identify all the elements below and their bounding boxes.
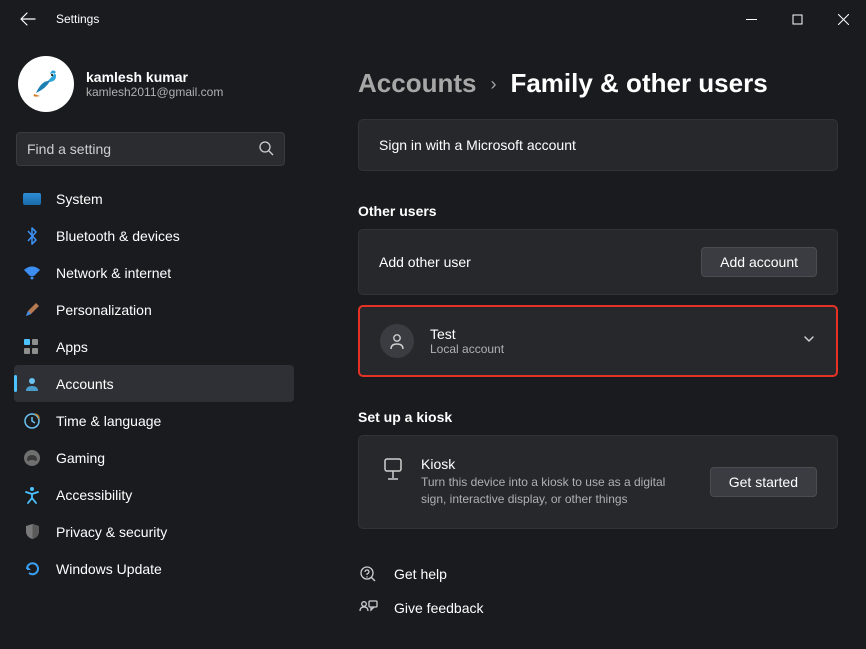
maximize-button[interactable] [774, 0, 820, 38]
sidebar: kamlesh kumar kamlesh2011@gmail.com Syst… [0, 38, 300, 649]
nav-network[interactable]: Network & internet [14, 254, 294, 291]
other-user-type: Local account [430, 342, 504, 356]
brush-icon [22, 300, 42, 320]
nav-label: Time & language [56, 413, 161, 429]
nav-label: Accessibility [56, 487, 132, 503]
help-icon [358, 565, 378, 583]
nav-personalization[interactable]: Personalization [14, 291, 294, 328]
help-links: Get help Give feedback [358, 557, 838, 625]
give-feedback-label: Give feedback [394, 600, 484, 616]
other-user-name: Test [430, 326, 504, 342]
kiosk-section-title: Set up a kiosk [358, 409, 838, 425]
add-other-user-card: Add other user Add account [358, 229, 838, 295]
nav-apps[interactable]: Apps [14, 328, 294, 365]
signin-card[interactable]: Sign in with a Microsoft account [358, 119, 838, 171]
accessibility-icon [22, 485, 42, 505]
nav-accessibility[interactable]: Accessibility [14, 476, 294, 513]
other-user-row[interactable]: Test Local account [358, 305, 838, 377]
nav-label: Personalization [56, 302, 152, 318]
nav-windows-update[interactable]: Windows Update [14, 550, 294, 587]
minimize-button[interactable] [728, 0, 774, 38]
bluetooth-icon [22, 226, 42, 246]
chevron-down-icon [802, 332, 816, 351]
kiosk-desc: Turn this device into a kiosk to use as … [421, 474, 671, 508]
search-input[interactable] [16, 132, 285, 166]
other-users-title: Other users [358, 203, 838, 219]
page-title: Family & other users [510, 68, 767, 99]
gaming-icon [22, 448, 42, 468]
nav-gaming[interactable]: Gaming [14, 439, 294, 476]
nav-label: Network & internet [56, 265, 171, 281]
nav-privacy[interactable]: Privacy & security [14, 513, 294, 550]
window-title: Settings [56, 12, 99, 26]
nav-time[interactable]: Time & language [14, 402, 294, 439]
user-profile[interactable]: kamlesh kumar kamlesh2011@gmail.com [14, 48, 294, 130]
nav-label: System [56, 191, 103, 207]
signin-text: Sign in with a Microsoft account [379, 137, 576, 153]
breadcrumb: Accounts › Family & other users [358, 68, 838, 99]
shield-icon [22, 522, 42, 542]
close-button[interactable] [820, 0, 866, 38]
title-bar: Settings [0, 0, 866, 38]
get-started-button[interactable]: Get started [710, 467, 817, 497]
breadcrumb-parent[interactable]: Accounts [358, 68, 476, 99]
chevron-right-icon: › [490, 74, 496, 95]
nav-list: System Bluetooth & devices Network & int… [14, 180, 294, 587]
search-box [16, 132, 288, 166]
search-icon [258, 140, 274, 161]
kiosk-title: Kiosk [421, 456, 671, 472]
add-other-user-label: Add other user [379, 254, 471, 270]
kiosk-icon [383, 458, 403, 487]
give-feedback-link[interactable]: Give feedback [358, 591, 838, 625]
nav-label: Apps [56, 339, 88, 355]
person-icon [22, 374, 42, 394]
back-button[interactable] [14, 12, 42, 26]
feedback-icon [358, 599, 378, 617]
add-account-button[interactable]: Add account [701, 247, 817, 277]
content-area: Accounts › Family & other users Sign in … [300, 38, 866, 649]
nav-label: Bluetooth & devices [56, 228, 180, 244]
user-avatar [18, 56, 74, 112]
nav-label: Privacy & security [56, 524, 167, 540]
apps-icon [22, 337, 42, 357]
nav-label: Accounts [56, 376, 114, 392]
person-icon [380, 324, 414, 358]
user-name: kamlesh kumar [86, 69, 223, 85]
kiosk-card: Kiosk Turn this device into a kiosk to u… [358, 435, 838, 529]
nav-label: Windows Update [56, 561, 162, 577]
get-help-label: Get help [394, 566, 447, 582]
update-icon [22, 559, 42, 579]
clock-icon [22, 411, 42, 431]
system-icon [22, 189, 42, 209]
wifi-icon [22, 263, 42, 283]
get-help-link[interactable]: Get help [358, 557, 838, 591]
user-email: kamlesh2011@gmail.com [86, 85, 223, 99]
nav-accounts[interactable]: Accounts [14, 365, 294, 402]
nav-bluetooth[interactable]: Bluetooth & devices [14, 217, 294, 254]
nav-system[interactable]: System [14, 180, 294, 217]
nav-label: Gaming [56, 450, 105, 466]
